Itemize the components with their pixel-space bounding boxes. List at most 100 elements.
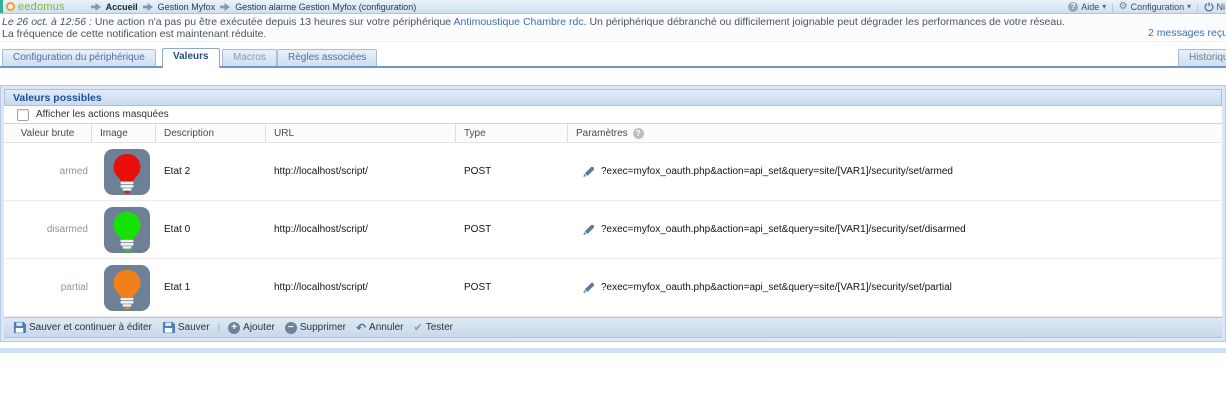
raw-value: disarmed — [4, 224, 92, 235]
checkbox-label: Afficher les actions masquées — [36, 109, 169, 120]
button-label: Tester — [426, 322, 453, 333]
tab-macros[interactable]: Macros — [222, 49, 277, 66]
table-row: disarmed Etat 0 http://localhost/script/… — [4, 201, 1222, 259]
params-cell: ?exec=myfox_oauth.php&action=api_set&que… — [601, 224, 966, 235]
bulb-icon — [104, 265, 150, 311]
bulb-icon — [104, 207, 150, 253]
add-button[interactable]: + Ajouter — [223, 322, 280, 334]
tab-bar: Configuration du périphérique Valeurs Ma… — [0, 48, 1226, 68]
undo-icon: ↶ — [356, 321, 366, 335]
notification-text: . Un périphérique débranché ou difficile… — [584, 16, 1065, 28]
column-header-url: URL — [266, 124, 456, 142]
breadcrumb-item-gestion-myfox[interactable]: Gestion Myfox — [158, 2, 216, 12]
messages-link[interactable]: 2 messages reçus — [1148, 27, 1226, 39]
power-user-menu[interactable]: Ni — [1204, 2, 1226, 12]
params-cell: ?exec=myfox_oauth.php&action=api_set&que… — [601, 282, 952, 293]
tab-valeurs[interactable]: Valeurs — [162, 48, 220, 68]
power-icon — [1204, 2, 1214, 12]
panel-body: Afficher les actions masquées Valeur bru… — [4, 106, 1222, 338]
params-cell: ?exec=myfox_oauth.php&action=api_set&que… — [601, 166, 953, 177]
notification-line1: Le 26 oct. à 12:56 : Une action n'a pas … — [2, 16, 1226, 28]
raw-value: partial — [4, 282, 92, 293]
description-cell: Etat 2 — [156, 166, 266, 177]
breadcrumb-item-accueil[interactable]: Accueil — [106, 2, 138, 12]
show-hidden-actions-checkbox[interactable] — [17, 109, 29, 121]
footer-strip — [0, 348, 1226, 353]
value-image[interactable] — [104, 207, 150, 253]
description-cell: Etat 1 — [156, 282, 266, 293]
column-header-image: Image — [92, 124, 156, 142]
configuration-menu-label: Configuration — [1131, 2, 1185, 12]
breadcrumb: Accueil Gestion Myfox Gestion alarme Ges… — [91, 2, 417, 12]
url-cell: http://localhost/script/ — [266, 282, 456, 293]
cancel-button[interactable]: ↶ Annuler — [351, 321, 409, 335]
table-row: armed Etat 2 http://localhost/script/ PO… — [4, 143, 1222, 201]
menu-separator: | — [1111, 2, 1113, 12]
column-header-type: Type — [456, 124, 568, 142]
notification-text: Une action n'a pas pu être exécutée depu… — [92, 16, 454, 28]
type-cell: POST — [456, 282, 568, 293]
tab-regles-associees[interactable]: Règles associées — [277, 49, 377, 66]
panel-title: Valeurs possibles — [4, 89, 1222, 106]
raw-value: armed — [4, 166, 92, 177]
check-icon: ✔ — [414, 321, 423, 334]
test-button[interactable]: ✔ Tester — [409, 321, 458, 334]
eedomus-logo[interactable]: eedomus — [6, 1, 65, 13]
url-cell: http://localhost/script/ — [266, 224, 456, 235]
type-cell: POST — [456, 224, 568, 235]
notification-date: Le 26 oct. à 12:56 : — [2, 16, 92, 28]
eedomus-logo-icon — [6, 2, 15, 11]
help-menu-label: Aide — [1081, 2, 1099, 12]
toolbar-separator: | — [218, 322, 221, 333]
edit-icon[interactable] — [582, 281, 595, 294]
notification-line2: La fréquence de cette notification est m… — [2, 28, 1226, 40]
save-icon — [13, 321, 26, 334]
tab-configuration-du-peripherique[interactable]: Configuration du périphérique — [2, 49, 156, 66]
delete-button[interactable]: − Supprimer — [280, 322, 351, 334]
help-icon: ? — [1068, 2, 1078, 12]
tab-historique[interactable]: Historique — [1178, 49, 1226, 66]
edit-icon[interactable] — [582, 165, 595, 178]
logo-accent-bar — [0, 0, 3, 13]
description-cell: Etat 0 — [156, 224, 266, 235]
column-header-parametres: Paramètres ? — [568, 124, 1222, 142]
value-image[interactable] — [104, 265, 150, 311]
breadcrumb-item-current: Gestion alarme Gestion Myfox (configurat… — [235, 2, 416, 12]
button-label: Sauver et continuer à éditer — [29, 322, 152, 333]
top-menus: ? Aide ▾ | ⚙ Configuration ▾ | Ni — [1068, 1, 1226, 12]
save-button[interactable]: Sauver — [157, 321, 215, 334]
values-panel: Valeurs possibles Afficher les actions m… — [0, 85, 1226, 342]
help-icon[interactable]: ? — [633, 128, 644, 139]
user-menu-label: Ni — [1217, 2, 1226, 12]
column-header-description: Description — [156, 124, 266, 142]
menu-separator: | — [1196, 2, 1198, 12]
top-bar: eedomus Accueil Gestion Myfox Gestion al… — [0, 0, 1226, 14]
url-cell: http://localhost/script/ — [266, 166, 456, 177]
breadcrumb-arrow-icon — [220, 3, 230, 11]
chevron-down-icon: ▾ — [1102, 2, 1106, 11]
device-link[interactable]: Antimoustique Chambre rdc — [453, 16, 583, 28]
show-hidden-actions-row: Afficher les actions masquées — [4, 106, 1222, 123]
breadcrumb-arrow-icon — [91, 3, 101, 11]
type-cell: POST — [456, 166, 568, 177]
help-menu[interactable]: ? Aide ▾ — [1068, 2, 1106, 12]
table-header: Valeur brute Image Description URL Type … — [4, 123, 1222, 143]
value-image[interactable] — [104, 149, 150, 195]
save-and-continue-button[interactable]: Sauver et continuer à éditer — [8, 321, 157, 334]
column-header-valeur-brute: Valeur brute — [4, 124, 92, 142]
edit-icon[interactable] — [582, 223, 595, 236]
breadcrumb-arrow-icon — [143, 3, 153, 11]
configuration-menu[interactable]: ⚙ Configuration ▾ — [1119, 1, 1192, 12]
gear-icon: ⚙ — [1119, 1, 1128, 12]
actions-toolbar: Sauver et continuer à éditer Sauver | + … — [4, 317, 1222, 338]
chevron-down-icon: ▾ — [1187, 2, 1191, 11]
bulb-icon — [104, 149, 150, 195]
button-label: Annuler — [369, 322, 403, 333]
plus-icon: + — [228, 322, 240, 334]
logo-text: eedomus — [18, 1, 65, 13]
minus-icon: − — [285, 322, 297, 334]
save-icon — [162, 321, 175, 334]
notification-bar: Le 26 oct. à 12:56 : Une action n'a pas … — [0, 15, 1226, 42]
button-label: Supprimer — [300, 322, 346, 333]
button-label: Ajouter — [243, 322, 275, 333]
